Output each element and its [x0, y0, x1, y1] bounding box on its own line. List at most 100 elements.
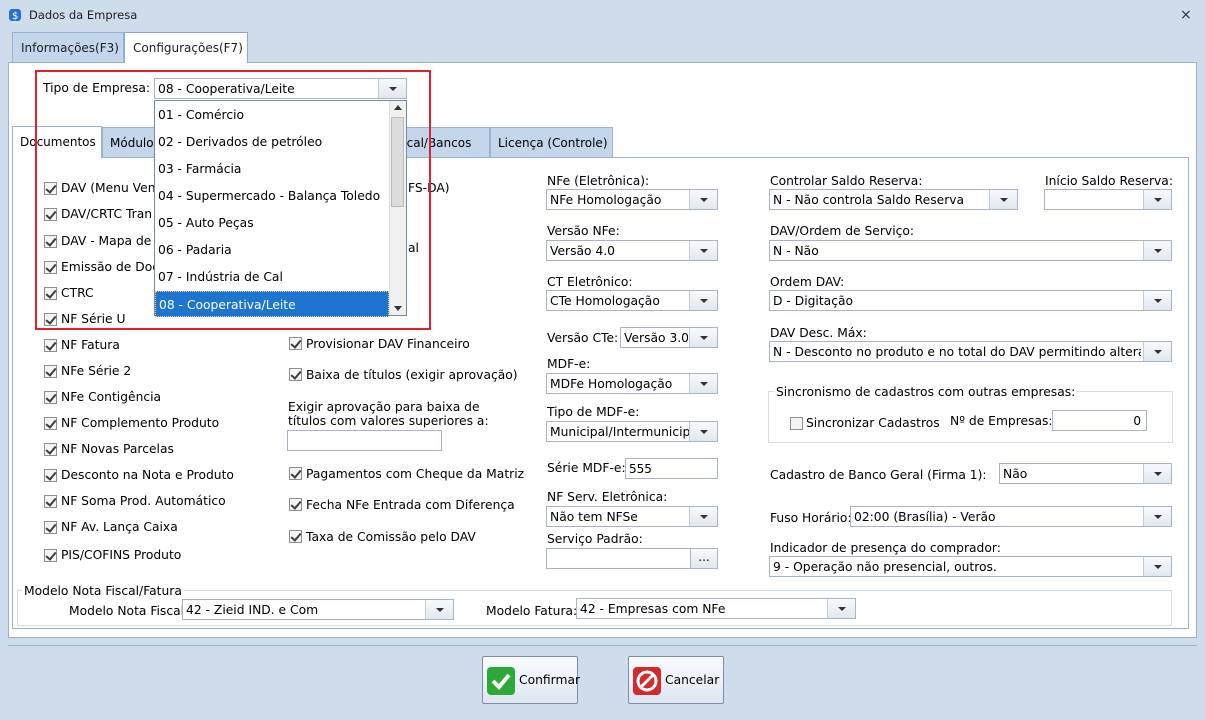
desc-max-select[interactable]: N - Desconto no produto e no total do DA… [769, 341, 1172, 362]
fuso-horario-select[interactable]: 02:00 (Brasília) - Verão [850, 506, 1172, 527]
cancel-icon [633, 667, 661, 695]
mdfe-label: MDF-e: [547, 357, 591, 371]
saldo-label: Controlar Saldo Reserva: [770, 174, 923, 188]
chevron-down-icon[interactable] [989, 190, 1017, 209]
check-icon [487, 667, 515, 695]
ordem-dav-select[interactable]: D - Digitação [769, 290, 1172, 311]
nfe-label: NFe (Eletrônica): [547, 174, 650, 188]
chevron-down-icon[interactable] [1143, 291, 1171, 310]
documento-checkbox-label: NF Fatura [61, 338, 120, 352]
tab-informacoes[interactable]: Informações(F3) [12, 32, 124, 62]
cte-label: CT Eletrônico: [547, 275, 633, 289]
versao-nfe-select[interactable]: Versão 4.0 [546, 240, 718, 261]
inicio-saldo-select[interactable] [1044, 189, 1172, 210]
inicio-saldo-label: Início Saldo Reserva: [1045, 174, 1173, 188]
fecha-nfe-label: Fecha NFe Entrada com Diferença [306, 498, 515, 512]
presenca-label: Indicador de presença do comprador: [770, 541, 1001, 555]
tipo-mdfe-select[interactable]: Municipal/Intermunicipal [546, 421, 718, 442]
desc-max-label: DAV Desc. Máx: [770, 326, 867, 340]
provisionar-checkbox[interactable] [289, 337, 302, 350]
versao-cte-select[interactable]: Versão 3.0 [620, 327, 718, 348]
exigir-label-1: Exigir aprovação para baixa de [288, 400, 480, 414]
window-title: Dados da Empresa [29, 8, 138, 22]
mdfe-select[interactable]: MDFe Homologação [546, 373, 718, 394]
modelo-fatura-select[interactable]: 42 - Empresas com NFe [576, 598, 856, 619]
button-bar [8, 645, 1197, 717]
cheque-label: Pagamentos com Cheque da Matriz [306, 467, 525, 481]
chevron-down-icon[interactable] [425, 600, 453, 619]
num-empresas-input[interactable]: 0 [1052, 410, 1147, 431]
chevron-down-icon[interactable] [1143, 557, 1171, 576]
documento-checkbox[interactable] [44, 549, 57, 562]
comissao-label: Taxa de Comissão pelo DAV [306, 530, 476, 544]
sincronizar-label: Sincronizar Cadastros [806, 416, 940, 430]
serie-mdfe-label: Série MDF-e: [547, 461, 626, 475]
documento-checkbox[interactable] [44, 469, 57, 482]
chevron-down-icon[interactable] [1143, 241, 1171, 260]
chevron-down-icon[interactable] [689, 190, 717, 209]
cheque-checkbox[interactable] [289, 467, 302, 480]
documento-checkbox-label: NF Novas Parcelas [61, 442, 174, 456]
tipo-mdfe-label: Tipo de MDF-e: [547, 405, 640, 419]
baixa-checkbox[interactable] [289, 368, 302, 381]
documento-checkbox-label: Desconto na Nota e Produto [61, 468, 234, 482]
tab-licenca[interactable]: Licença (Controle) [490, 127, 613, 158]
documento-checkbox[interactable] [44, 521, 57, 534]
documento-checkbox[interactable] [44, 365, 57, 378]
servico-browse-button[interactable]: ... [690, 548, 718, 569]
cte-select[interactable]: CTe Homologação [546, 290, 718, 311]
provisionar-label: Provisionar DAV Financeiro [306, 337, 470, 351]
chevron-down-icon[interactable] [827, 599, 855, 618]
nfse-select[interactable]: Não tem NFSe [546, 506, 718, 527]
versao-nfe-label: Versão NFe: [547, 224, 620, 238]
chevron-down-icon[interactable] [689, 374, 717, 393]
banco-geral-label: Cadastro de Banco Geral (Firma 1): [770, 468, 987, 482]
chevron-down-icon[interactable] [1143, 342, 1171, 361]
confirmar-button[interactable]: Confirmar [482, 656, 581, 704]
documento-checkbox-label: PIS/COFINS Produto [61, 548, 182, 562]
app-icon: $ [9, 9, 21, 22]
chevron-down-icon[interactable] [1143, 190, 1171, 209]
modelo-nf-select[interactable]: 42 - Zieid IND. e Com [182, 599, 454, 620]
documento-checkbox[interactable] [44, 339, 57, 352]
chevron-down-icon[interactable] [689, 507, 717, 526]
documento-checkbox-label: NF Complemento Produto [61, 416, 220, 430]
documento-checkbox[interactable] [44, 417, 57, 430]
num-empresas-label: Nº de Empresas: [950, 414, 1053, 428]
comissao-checkbox[interactable] [289, 530, 302, 543]
nfse-label: NF Serv. Eletrônica: [547, 490, 668, 504]
ordem-servico-select[interactable]: N - Não [769, 240, 1172, 261]
modelo-fatura-label: Modelo Fatura: [486, 604, 578, 618]
exigir-valor-input[interactable] [287, 430, 442, 451]
modelo-nf-label: Modelo Nota Fiscal: [69, 604, 189, 618]
ordem-servico-label: DAV/Ordem de Serviço: [770, 224, 915, 238]
documento-checkbox-label: NF Soma Prod. Automático [61, 494, 226, 508]
title-bar [0, 0, 1205, 30]
sincronismo-group-title: Sincronismo de cadastros com outras empr… [774, 385, 1078, 399]
nfe-select[interactable]: NFe Homologação [546, 189, 718, 210]
chevron-down-icon[interactable] [689, 241, 717, 260]
chevron-down-icon[interactable] [689, 328, 717, 347]
baixa-label: Baixa de títulos (exigir aprovação) [306, 368, 518, 382]
chevron-down-icon[interactable] [689, 291, 717, 310]
confirmar-label: Confirmar [519, 673, 581, 687]
chevron-down-icon[interactable] [1143, 507, 1171, 526]
serie-mdfe-input[interactable]: 555 [625, 458, 718, 479]
chevron-down-icon[interactable] [689, 422, 717, 441]
chevron-down-icon[interactable] [1143, 464, 1171, 483]
sincronizar-checkbox[interactable] [790, 417, 803, 430]
documento-checkbox[interactable] [44, 495, 57, 508]
highlight-box [35, 70, 431, 330]
cancelar-button[interactable]: Cancelar [628, 656, 724, 704]
fecha-nfe-checkbox[interactable] [289, 498, 302, 511]
tab-configuracoes[interactable]: Configurações(F7) [124, 32, 248, 63]
saldo-select[interactable]: N - Não controla Saldo Reserva [769, 189, 1018, 210]
fuso-horario-label: Fuso Horário: [770, 511, 852, 525]
modelo-group-title: Modelo Nota Fiscal/Fatura [22, 584, 184, 598]
banco-geral-select[interactable]: Não [999, 463, 1172, 484]
presenca-select[interactable]: 9 - Operação não presencial, outros. [769, 556, 1172, 577]
servico-input[interactable] [546, 548, 691, 569]
close-icon[interactable]: × [1180, 7, 1192, 23]
documento-checkbox[interactable] [44, 391, 57, 404]
documento-checkbox[interactable] [44, 443, 57, 456]
